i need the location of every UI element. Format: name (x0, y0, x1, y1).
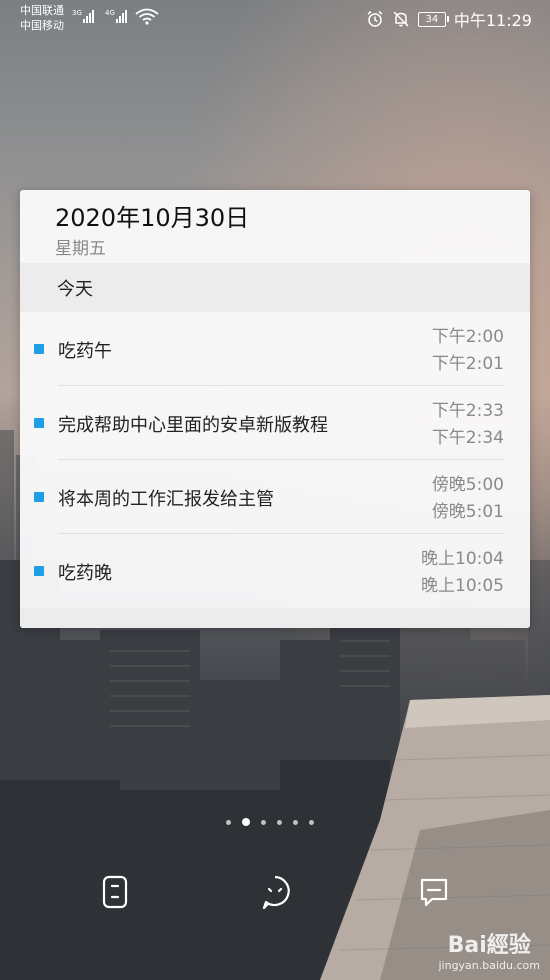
event-start-time: 下午2:33 (431, 401, 504, 421)
event-times: 下午2:33 下午2:34 (432, 398, 504, 452)
smart-face-icon (262, 875, 290, 910)
event-title: 将本周的工作汇报发给主管 (58, 489, 274, 510)
event-item[interactable]: 吃药晚 晚上10:04 晚上10:05 (20, 534, 530, 608)
today-label: 今天 (57, 279, 93, 300)
page-dot[interactable] (309, 819, 314, 825)
network-2-label: 4G (105, 9, 115, 17)
event-start-time: 下午2:00 (431, 327, 504, 347)
status-bar: 中国联通 中国移动 3G 4G 34 中午11:29 (0, 0, 550, 36)
mute-bell-icon (393, 11, 409, 27)
carrier-2: 中国移动 (20, 19, 64, 32)
event-item[interactable]: 吃药午 下午2:00 下午2:01 (20, 312, 530, 386)
status-right: 34 中午11:29 (366, 7, 532, 31)
event-item[interactable]: 将本周的工作汇报发给主管 傍晚5:00 傍晚5:01 (20, 460, 530, 534)
calendar-widget[interactable]: 2020年10月30日 星期五 今天 吃药午 下午2:00 下午2:01 完成帮… (20, 190, 530, 628)
page-indicator[interactable] (226, 818, 314, 826)
page-dot-active[interactable] (242, 818, 250, 826)
watermark-logo: Bai經验 (447, 933, 531, 958)
page-dot[interactable] (277, 819, 282, 825)
signal-2-icon (116, 10, 127, 23)
carrier-labels: 中国联通 中国移动 (20, 3, 64, 33)
page-dot[interactable] (293, 819, 298, 825)
signal-wifi-icons: 3G 4G (72, 8, 159, 25)
page-dot[interactable] (226, 819, 231, 825)
watermark-url: jingyan.baidu.com (438, 959, 540, 972)
battery-indicator: 34 (417, 11, 449, 27)
status-time: 中午11:29 (453, 11, 532, 30)
event-color-bullet (34, 492, 44, 502)
alarm-icon (367, 10, 383, 27)
event-times: 下午2:00 下午2:01 (432, 324, 504, 378)
event-times: 晚上10:04 晚上10:05 (421, 546, 504, 600)
event-title: 吃药午 (58, 341, 112, 362)
event-end-time: 下午2:01 (431, 354, 504, 374)
page-dot[interactable] (261, 819, 266, 825)
event-color-bullet (34, 566, 44, 576)
event-end-time: 晚上10:05 (421, 576, 504, 596)
event-start-time: 晚上10:04 (421, 549, 504, 569)
event-color-bullet (34, 344, 44, 354)
smart-face-shortcut-button[interactable] (255, 872, 295, 912)
event-color-bullet (34, 418, 44, 428)
assistant-shortcut-button[interactable] (95, 872, 135, 912)
event-item[interactable]: 完成帮助中心里面的安卓新版教程 下午2:33 下午2:34 (20, 386, 530, 460)
wifi-icon (135, 8, 159, 21)
event-times: 傍晚5:00 傍晚5:01 (432, 472, 504, 526)
today-section-header: 今天 (20, 263, 530, 312)
baidu-jingyan-watermark: Bai經验 jingyan.baidu.com (438, 927, 540, 972)
widget-footer (20, 608, 530, 628)
event-title: 吃药晚 (58, 563, 112, 584)
event-title: 完成帮助中心里面的安卓新版教程 (58, 415, 328, 436)
widget-weekday: 星期五 (55, 239, 106, 259)
network-1-label: 3G (72, 9, 82, 17)
widget-date[interactable]: 2020年10月30日 (55, 198, 249, 233)
event-start-time: 傍晚5:00 (431, 475, 504, 495)
carrier-1: 中国联通 (20, 4, 64, 17)
event-end-time: 傍晚5:01 (431, 502, 504, 522)
signal-1-icon (83, 10, 94, 23)
message-icon (420, 878, 448, 907)
assistant-icon (102, 875, 128, 909)
message-shortcut-button[interactable] (414, 872, 454, 912)
event-end-time: 下午2:34 (431, 428, 504, 448)
